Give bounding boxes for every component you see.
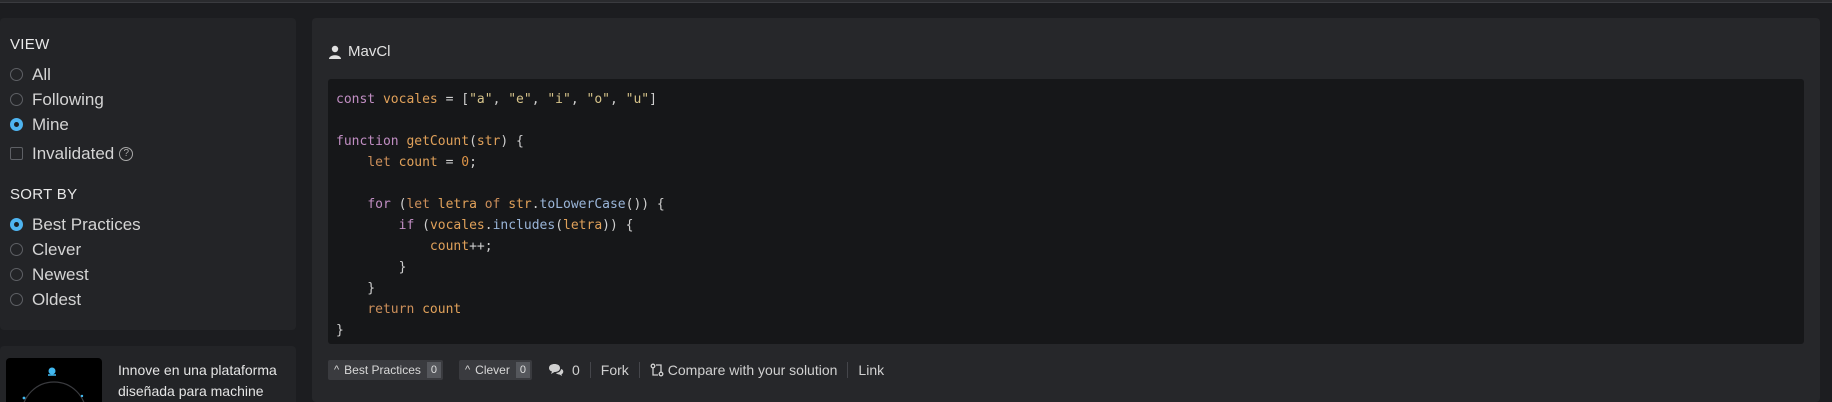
comments-count: 0 <box>571 362 580 378</box>
code-line: if (vocales.includes(letra)) { <box>398 218 634 233</box>
best-practices-label: Best Practices <box>344 363 421 377</box>
radio-newest[interactable] <box>10 268 23 281</box>
view-heading: VIEW <box>10 36 50 53</box>
invalidated-label: Invalidated <box>32 143 115 163</box>
view-option-mine[interactable]: Mine <box>10 112 286 137</box>
sort-option-label: Best Practices <box>32 214 141 234</box>
ad-text[interactable]: Innove en una plataforma diseñada para m… <box>118 360 288 402</box>
code-line: } <box>336 323 344 338</box>
link-label: Link <box>858 362 885 378</box>
radio-clever[interactable] <box>10 243 23 256</box>
user-icon <box>329 45 341 59</box>
compare-button[interactable]: Compare with your solution <box>638 362 848 378</box>
code-line: } <box>336 260 407 275</box>
author-name[interactable]: MavCl <box>348 43 391 60</box>
radio-oldest[interactable] <box>10 293 23 306</box>
chevron-up-icon: ^ <box>334 364 340 376</box>
code-line: for (let letra of str.toLowerCase()) { <box>367 197 665 212</box>
ad-banner[interactable]: Innove en una plataforma diseñada para m… <box>0 346 296 402</box>
sort-section: SORT BY Best Practices Clever Newest Old… <box>10 186 286 312</box>
code-line: let count = 0; <box>367 155 477 170</box>
clever-vote-button[interactable]: ^ Clever 0 <box>459 360 532 380</box>
radio-following[interactable] <box>10 93 23 106</box>
code-line: function getCount(str) { <box>336 134 524 149</box>
sort-option-label: Clever <box>32 239 82 259</box>
ad-image[interactable] <box>6 358 102 402</box>
code-line: const vocales = ["a", "e", "i", "o", "u"… <box>336 92 657 107</box>
radio-mine[interactable] <box>10 118 23 131</box>
sort-option-newest[interactable]: Newest <box>10 262 286 287</box>
sort-option-oldest[interactable]: Oldest <box>10 287 286 312</box>
sort-option-best-practices[interactable]: Best Practices <box>10 212 286 237</box>
best-practices-vote-button[interactable]: ^ Best Practices 0 <box>328 360 443 380</box>
solution-actions: ^ Best Practices 0 ^ Clever 0 0 Fork Com… <box>328 360 894 380</box>
view-option-all[interactable]: All <box>10 62 286 87</box>
fork-label: Fork <box>600 362 629 378</box>
sort-heading: SORT BY <box>10 186 78 203</box>
invalidated-filter[interactable]: Invalidated ? <box>10 141 286 166</box>
help-icon[interactable]: ? <box>119 146 134 161</box>
code-line: } <box>336 281 376 296</box>
compare-label: Compare with your solution <box>667 362 838 378</box>
sort-option-label: Oldest <box>32 289 82 309</box>
comments-button[interactable]: 0 <box>548 362 590 378</box>
clever-count: 0 <box>515 362 530 378</box>
chevron-up-icon: ^ <box>465 364 471 376</box>
code-line: count++; <box>429 239 493 254</box>
sort-option-clever[interactable]: Clever <box>10 237 286 262</box>
invalidated-checkbox[interactable] <box>10 147 23 160</box>
compare-icon <box>650 363 664 377</box>
view-option-label: All <box>32 64 51 84</box>
view-option-following[interactable]: Following <box>10 87 286 112</box>
fork-button[interactable]: Fork <box>589 362 639 378</box>
clever-label: Clever <box>475 363 510 377</box>
link-button[interactable]: Link <box>847 362 894 378</box>
filter-sidebar: VIEW All Following Mine Invalidated ? SO… <box>0 18 296 330</box>
code-block: const vocales = ["a", "e", "i", "o", "u"… <box>328 79 1804 344</box>
comment-icon <box>548 364 564 376</box>
view-option-label: Mine <box>32 114 69 134</box>
best-practices-count: 0 <box>426 362 441 378</box>
radio-best-practices[interactable] <box>10 218 23 231</box>
radio-all[interactable] <box>10 68 23 81</box>
top-border <box>0 0 1832 3</box>
code-line: return count <box>367 302 462 317</box>
sort-option-label: Newest <box>32 264 89 284</box>
solution-panel: MavCl const vocales = ["a", "e", "i", "o… <box>312 18 1820 402</box>
view-option-label: Following <box>32 89 104 109</box>
author[interactable]: MavCl <box>328 43 391 60</box>
